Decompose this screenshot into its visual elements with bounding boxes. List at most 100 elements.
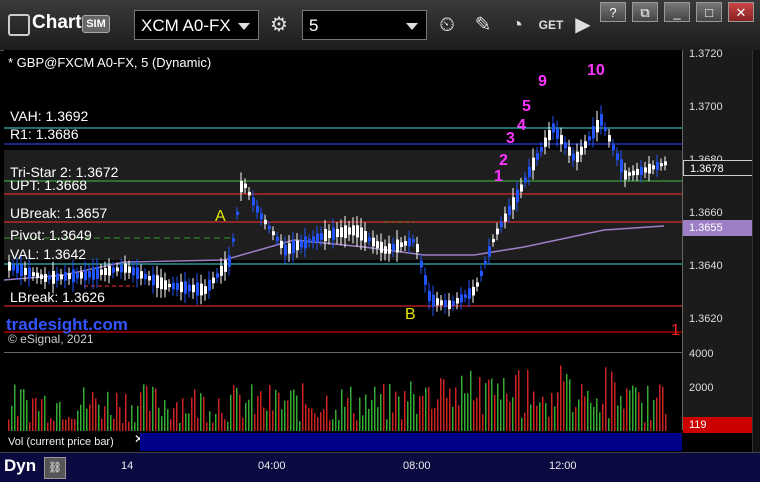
candle-body	[204, 286, 207, 294]
candle-body	[576, 151, 579, 163]
candle-body	[472, 286, 475, 296]
interval-combo[interactable]: 5	[302, 10, 427, 40]
candle-body	[452, 300, 455, 306]
candle-body	[216, 273, 219, 278]
price-axis[interactable]: 1.3720 1.3700 1.3680 1.3660 1.3640 1.362…	[682, 48, 753, 433]
volume-bar	[8, 419, 10, 431]
candle-body	[436, 298, 439, 306]
candle-body	[616, 153, 619, 160]
candle-body	[240, 181, 243, 193]
volume-bar	[341, 389, 343, 431]
get-button[interactable]: GET	[536, 10, 566, 40]
volume-bar	[470, 370, 472, 431]
volume-bar	[137, 405, 139, 431]
candle-body	[428, 290, 431, 302]
volume-bar	[155, 388, 157, 431]
volume-bar	[584, 396, 586, 431]
candle-body	[476, 282, 479, 287]
red-count-1: 1	[671, 322, 680, 339]
candle-body	[324, 228, 327, 242]
candle-body	[8, 261, 11, 271]
volume-bar	[194, 389, 196, 431]
close-button[interactable]: ✕	[728, 2, 754, 22]
candle-body	[64, 272, 67, 281]
count-10: 10	[587, 62, 605, 79]
volume-bar	[395, 391, 397, 431]
restore-button[interactable]: ⧉	[632, 2, 658, 22]
study-icon[interactable]: ◔	[502, 10, 532, 40]
chevron-down-icon	[238, 23, 250, 30]
current-price-tag: 1.3678	[683, 160, 753, 176]
candle-body	[480, 270, 483, 277]
candle-body	[348, 227, 351, 235]
price-tick: 1.3660	[689, 207, 723, 219]
lock-icon[interactable]: ⛓	[44, 457, 66, 479]
candle-body	[540, 147, 543, 152]
count-1: 1	[494, 168, 503, 185]
candle-body	[80, 272, 83, 279]
symbol-combo[interactable]: XCM A0-FX	[134, 10, 259, 40]
time-tick: 04:00	[258, 460, 286, 472]
candle-body	[100, 269, 103, 275]
candle-body	[356, 225, 359, 238]
volume-bar	[362, 415, 364, 431]
price-chart[interactable]: * GBP@FXCM A0-FX, 5 (Dynamic) VAH: 1.369…	[3, 50, 682, 350]
volume-bar	[122, 422, 124, 431]
play-icon[interactable]: ▶	[568, 10, 598, 40]
vertical-scrollbar[interactable]	[752, 50, 760, 452]
candle-body	[56, 273, 59, 281]
series-title: * GBP@FXCM A0-FX, 5 (Dynamic)	[8, 55, 212, 70]
clock-icon[interactable]: ⏲	[432, 10, 462, 40]
volume-bar	[140, 392, 142, 431]
maximize-button[interactable]: □	[696, 2, 722, 22]
help-button[interactable]: ?	[600, 2, 626, 22]
candle-body	[404, 240, 407, 246]
volume-bar	[215, 413, 217, 431]
volume-bar	[185, 413, 187, 431]
link-settings-button[interactable]: ⚙	[264, 10, 294, 40]
volume-bar	[92, 391, 94, 431]
volume-bar	[23, 389, 25, 431]
minimize-button[interactable]: _	[664, 2, 690, 22]
current-volume-tag: 119	[683, 417, 753, 433]
volume-bar	[131, 405, 133, 431]
candle-body	[96, 266, 99, 279]
volume-bar	[188, 413, 190, 431]
candle-body	[20, 264, 23, 277]
chart-app-icon	[8, 14, 30, 36]
candle-body	[444, 300, 447, 308]
volume-bar	[80, 404, 82, 431]
candle-body	[232, 238, 235, 242]
volume-bar	[524, 412, 526, 431]
count-4: 4	[517, 117, 526, 134]
time-axis-bar[interactable]	[0, 452, 760, 482]
volume-bar	[530, 404, 532, 431]
volume-bar	[599, 412, 601, 431]
volume-bar	[566, 374, 568, 431]
candle-body	[460, 294, 463, 303]
candle-body	[44, 274, 47, 282]
volume-bar	[635, 387, 637, 431]
volume-bar	[377, 407, 379, 431]
volume-bar	[515, 375, 517, 431]
volume-bar	[287, 400, 289, 431]
candle-body	[104, 267, 107, 276]
candle-body	[368, 237, 371, 242]
candle-body	[556, 128, 559, 139]
candle-body	[664, 161, 667, 166]
volume-bar	[20, 389, 22, 431]
volume-bar	[98, 404, 100, 431]
candle-body	[536, 153, 539, 160]
volume-bar	[542, 396, 544, 431]
candle-body	[608, 135, 611, 142]
volume-chart[interactable]	[4, 352, 682, 431]
volume-bar	[218, 398, 220, 431]
candle-body	[24, 267, 27, 276]
volume-bar	[437, 399, 439, 431]
volume-bar	[317, 417, 319, 431]
volume-bar	[611, 371, 613, 431]
volume-bar	[485, 383, 487, 431]
volume-bar	[617, 405, 619, 431]
candle-body	[32, 272, 35, 276]
pencil-icon[interactable]: ✎	[468, 10, 498, 40]
